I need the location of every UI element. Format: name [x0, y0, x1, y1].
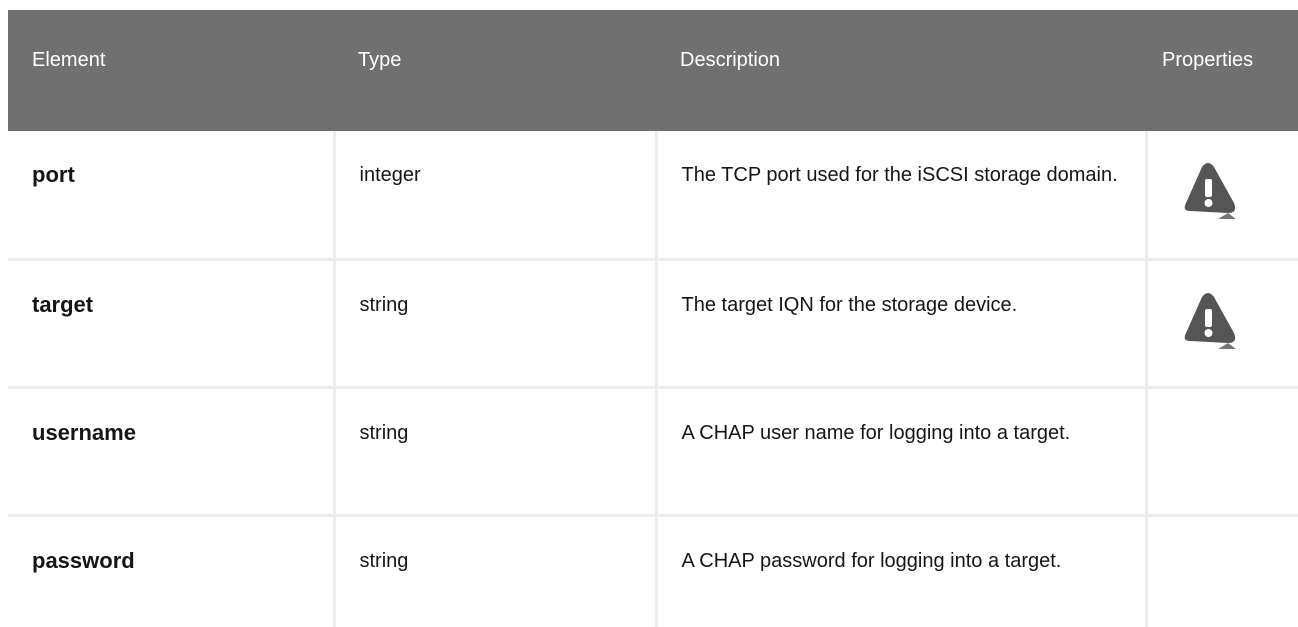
element-properties: [1146, 387, 1298, 517]
table-row: target string The target IQN for the sto…: [8, 259, 1298, 389]
table-header: Element Type Description Properties: [8, 10, 1298, 131]
element-name: port: [8, 131, 336, 261]
element-description: A CHAP password for logging into a targe…: [656, 515, 1148, 627]
element-description: A CHAP user name for logging into a targ…: [656, 387, 1148, 517]
table-body: port integer The TCP port used for the i…: [8, 131, 1298, 627]
element-name: target: [8, 259, 336, 389]
header-element: Element: [32, 49, 106, 71]
element-name: username: [8, 387, 336, 517]
table-row: username string A CHAP user name for log…: [8, 387, 1298, 517]
header-type: Type: [358, 49, 402, 71]
header-row: Element Type Description Properties: [8, 10, 1298, 131]
element-type: string: [334, 515, 658, 627]
header-properties: Properties: [1162, 49, 1254, 71]
element-properties: [1146, 259, 1298, 389]
table-row: password string A CHAP password for logg…: [8, 515, 1298, 627]
element-type: integer: [334, 131, 658, 261]
table-row: port integer The TCP port used for the i…: [8, 131, 1298, 261]
properties-table: Element Type Description Properties port…: [8, 10, 1298, 627]
properties-table-container: Element Type Description Properties port…: [8, 10, 1298, 627]
element-description: The target IQN for the storage device.: [656, 259, 1148, 389]
element-properties: [1146, 131, 1298, 261]
element-name: password: [8, 515, 336, 627]
element-type: string: [334, 259, 658, 389]
element-type: string: [334, 387, 658, 517]
header-description: Description: [680, 49, 781, 71]
element-properties: [1146, 515, 1298, 627]
warning-icon: [1184, 292, 1236, 349]
warning-icon: [1184, 163, 1236, 219]
element-description: The TCP port used for the iSCSI storage …: [656, 131, 1148, 261]
